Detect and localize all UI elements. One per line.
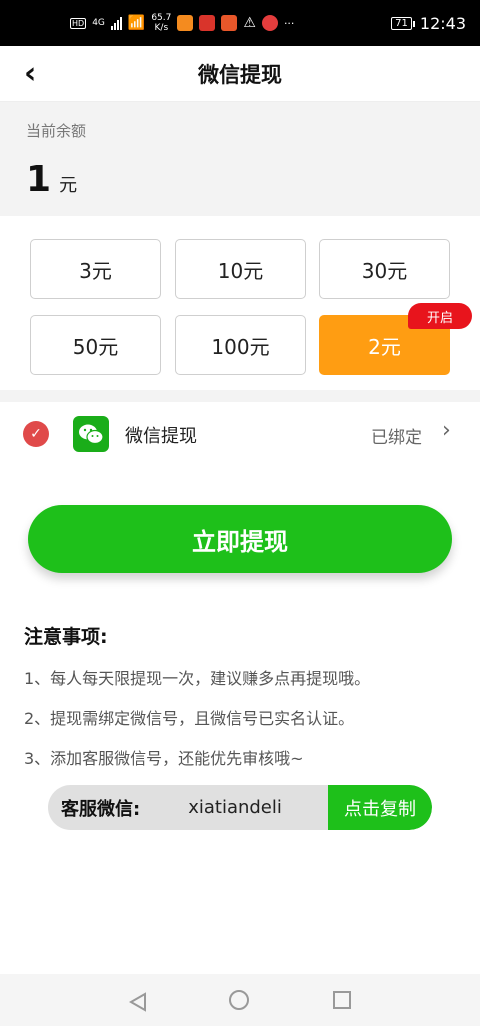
system-nav-bar [0,974,480,1026]
customer-service-bar: 客服微信: xiatiandeli 点击复制 [48,785,432,830]
chevron-left-icon[interactable]: ‹ [24,59,36,89]
note-item: 3、添加客服微信号，还能优先审核哦~ [24,749,304,768]
speed-value: 65.7 [151,13,172,23]
copy-button[interactable]: 点击复制 [328,785,432,830]
network-type: 4G [92,18,105,28]
status-left: HD 4G 📶 65.7 K/s ⚠ ··· [70,13,294,33]
wifi-icon: 📶 [127,15,146,31]
network-speed: 65.7 K/s [151,13,171,33]
nav-bar: ‹ 微信提现 [0,46,480,102]
balance-row: 1 元 [26,159,454,200]
recents-square-icon[interactable] [333,991,351,1009]
payment-method-row[interactable]: ✓ 微信提现 已绑定 › [0,402,480,466]
divider [0,390,480,402]
withdraw-button[interactable]: 立即提现 [28,505,452,573]
more-notifications-icon: ··· [283,16,295,30]
chevron-right-icon[interactable]: › [442,418,451,443]
service-label: 客服微信: [61,798,141,820]
amount-options: 3元 10元 30元 50元 100元 2元 [0,216,480,390]
wechat-icon [73,416,109,452]
open-badge: 开启 [408,303,472,329]
service-wechat-id: xiatiandeli [188,797,282,818]
amount-option-30[interactable]: 30元 [319,239,450,299]
home-circle-icon[interactable] [229,990,249,1010]
check-circle-icon[interactable]: ✓ [23,421,49,447]
hd-indicator: HD [70,17,87,29]
note-item: 1、每人每天限提现一次，建议赚多点再提现哦。 [24,669,371,688]
battery-icon: 71 [391,16,415,30]
warning-icon: ⚠ [243,15,256,31]
amount-option-10[interactable]: 10元 [175,239,306,299]
note-item: 2、提现需绑定微信号，且微信号已实名认证。 [24,709,355,728]
page-title: 微信提现 [198,62,282,87]
status-right: 71 12:43 [391,14,466,33]
amount-option-3[interactable]: 3元 [30,239,161,299]
amount-option-100[interactable]: 100元 [175,315,306,375]
signal-icon [110,16,122,30]
clock: 12:43 [419,13,466,33]
notes-title: 注意事项: [24,626,108,648]
app-notification-icon [199,15,216,31]
amount-option-50[interactable]: 50元 [30,315,161,375]
balance-unit: 元 [59,175,78,196]
balance-section: 当前余额 1 元 [0,102,480,216]
payment-method-name: 微信提现 [125,426,197,447]
app-notification-icon [261,15,278,31]
app-notification-icon [221,15,238,31]
speed-unit: K/s [154,23,169,33]
back-triangle-icon[interactable] [128,992,148,1016]
balance-amount: 1 [26,159,52,200]
payment-status: 已绑定 [371,428,422,448]
app-notification-icon [177,15,194,31]
balance-label: 当前余额 [26,122,87,140]
status-bar: HD 4G 📶 65.7 K/s ⚠ ··· 71 12:43 [0,0,480,46]
